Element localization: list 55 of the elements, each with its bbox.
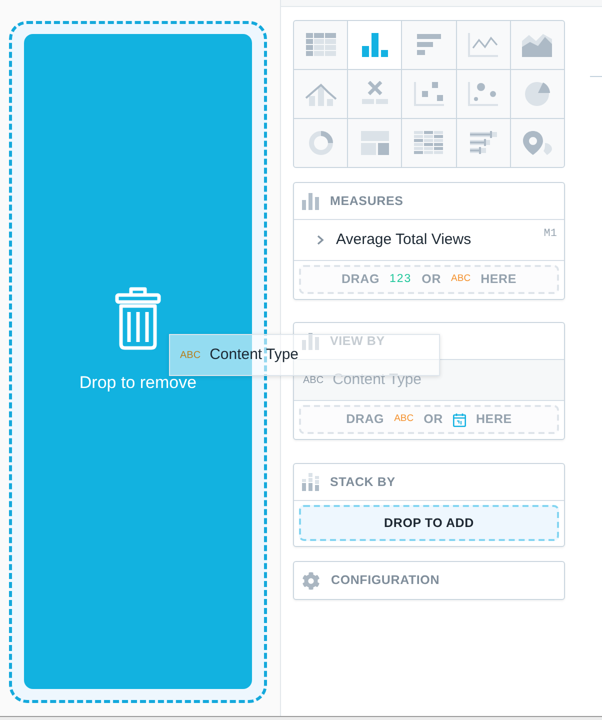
chart-type-button[interactable] (348, 70, 402, 118)
chart-type-button[interactable] (456, 119, 510, 167)
bar-chart-icon (302, 192, 319, 210)
drop-zone[interactable]: DRAG ABC OR HERE (299, 405, 559, 434)
measure-item[interactable]: Average Total Views M1 (294, 220, 564, 261)
text-type-label: ABC (394, 412, 414, 426)
settings-icon (302, 572, 320, 590)
measure-name: Average Total Views (336, 230, 472, 250)
text-type-label: ABC (303, 374, 324, 388)
chart-type-button[interactable] (402, 21, 456, 69)
combo-chart-icon (304, 81, 337, 107)
drop-hint-text: OR (422, 271, 442, 288)
text-type-label: ABC (180, 348, 201, 362)
chart-type-button[interactable] (456, 70, 510, 118)
number-type-label: 123 (389, 272, 412, 287)
chart-type-button[interactable] (294, 21, 348, 69)
section-title: MEASURES (330, 192, 404, 210)
chart-type-button[interactable] (510, 119, 564, 167)
drop-hint-text: DRAG (341, 271, 380, 288)
chart-type-button[interactable] (402, 119, 456, 167)
section-title: CONFIGURATION (331, 572, 440, 590)
drop-hint-text: DROP TO ADD (384, 514, 474, 532)
drop-hint-text: HERE (476, 411, 512, 428)
trash-icon (115, 287, 161, 350)
line-chart-icon (467, 32, 500, 58)
chart-type-button[interactable] (510, 70, 564, 118)
bar-chart-icon (302, 332, 319, 350)
map-pin-icon (521, 130, 554, 156)
chart-type-button[interactable] (456, 21, 510, 69)
chart-type-button[interactable] (402, 70, 456, 118)
section-title: STACK BY (330, 474, 396, 491)
chart-type-button[interactable] (510, 21, 564, 69)
attribute-item[interactable]: ABC Content Type (294, 360, 564, 401)
drop-hint-text: OR (424, 411, 443, 428)
drop-hint-text: DRAG (346, 411, 384, 428)
heatmap-icon (412, 130, 445, 156)
drop-hint-text: HERE (480, 271, 517, 288)
drop-zone[interactable]: DRAG 123 OR ABC HERE (299, 265, 559, 294)
chart-type-button[interactable] (348, 21, 402, 69)
chevron-icon[interactable] (315, 235, 325, 245)
table-icon (304, 32, 337, 58)
treemap-icon (358, 130, 391, 156)
chart-type-button[interactable] (294, 70, 348, 118)
bubble-chart-icon (467, 81, 500, 107)
text-type-label: ABC (451, 272, 471, 286)
bullet-chart-icon (467, 130, 500, 156)
area-chart-icon (521, 32, 554, 58)
scatter-plot-icon (412, 81, 445, 107)
stacked-bars-icon (302, 473, 319, 491)
drop-zone[interactable]: DROP TO ADD (299, 505, 559, 541)
section-title: VIEW BY (330, 332, 385, 350)
calendar-icon (452, 412, 466, 426)
measure-id-label: M1 (544, 227, 557, 242)
chart-type-button[interactable] (348, 119, 402, 167)
chart-type-button[interactable] (294, 119, 348, 167)
